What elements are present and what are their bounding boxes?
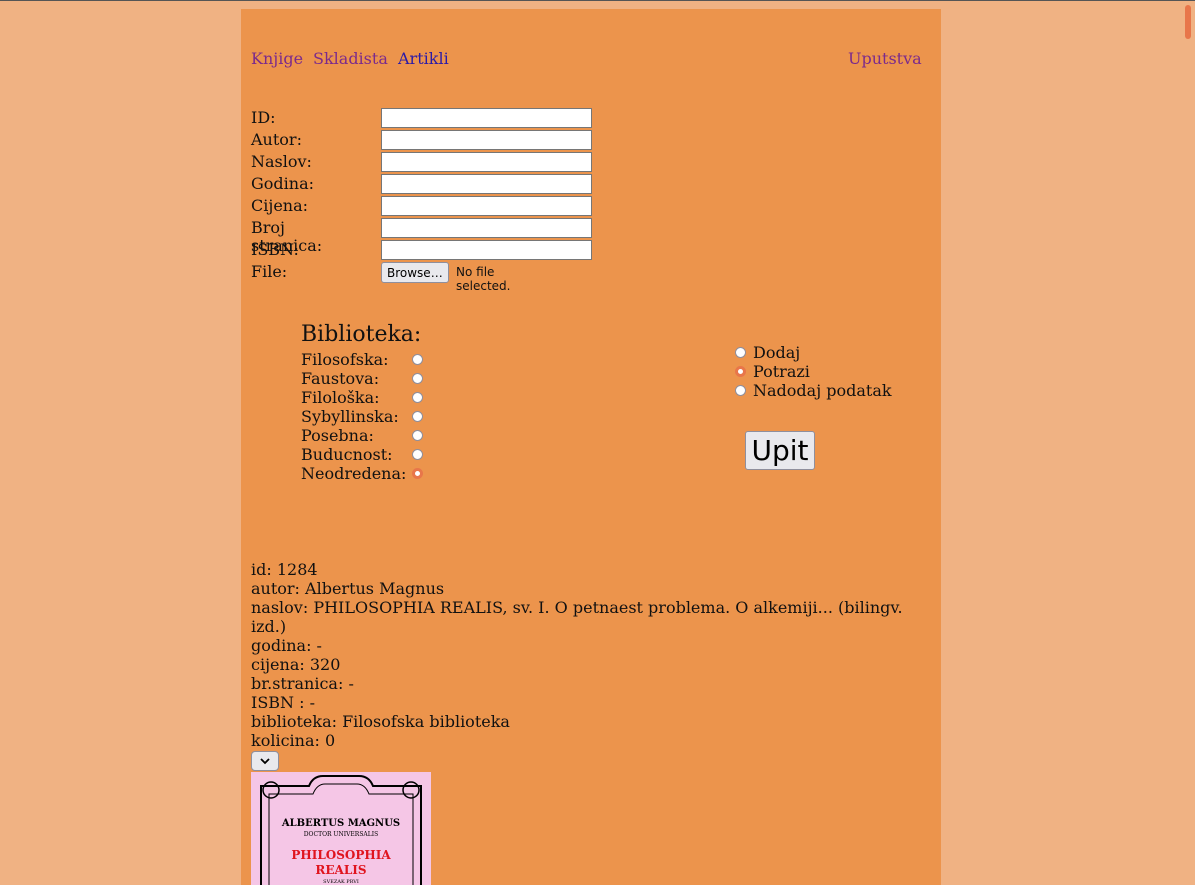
biblioteka-option-label: Faustova: <box>301 369 380 388</box>
biblioteka-option-label: Filološka: <box>301 388 380 407</box>
radio-neodredena[interactable] <box>412 468 423 479</box>
nav-link-uputstva[interactable]: Uputstva <box>848 49 922 68</box>
radio-sybyllinska[interactable] <box>412 411 423 422</box>
cover-subtitle: DOCTOR UNIVERSALIS <box>304 831 378 838</box>
file-status: No file selected. <box>456 265 511 293</box>
radio-filosofska[interactable] <box>412 354 423 365</box>
godina-label: Godina: <box>251 174 315 193</box>
biblioteka-option-posebna: Posebna: <box>301 426 423 445</box>
cover-author: ALBERTUS MAGNUS <box>281 818 400 829</box>
autor-input[interactable] <box>381 130 592 150</box>
naslov-label: Naslov: <box>251 152 312 171</box>
nav-link-knjige[interactable]: Knjige <box>251 49 303 68</box>
cijena-label: Cijena: <box>251 196 309 215</box>
radio-potrazi[interactable] <box>735 366 746 377</box>
biblioteka-option-sybyllinska: Sybyllinska: <box>301 407 423 426</box>
nav-link-artikli[interactable]: Artikli <box>398 49 449 68</box>
broj-stranica-input[interactable] <box>381 218 592 238</box>
book-cover-art: ALBERTUS MAGNUS DOCTOR UNIVERSALIS PHILO… <box>251 772 431 885</box>
result-biblioteka: biblioteka: Filosofska biblioteka <box>251 712 510 731</box>
biblioteka-option-label: Filosofska: <box>301 350 389 369</box>
browse-file-button[interactable]: Browse… <box>381 262 449 283</box>
result-id: id: 1284 <box>251 560 318 579</box>
result-isbn: ISBN : - <box>251 693 316 712</box>
biblioteka-option-neodredena: Neodredena: <box>301 464 423 483</box>
action-option-label: Potrazi <box>753 362 810 381</box>
window-top-border <box>0 0 1195 1</box>
biblioteka-option-label: Neodredena: <box>301 464 407 483</box>
quantity-select[interactable] <box>251 751 279 771</box>
biblioteka-option-label: Sybyllinska: <box>301 407 399 426</box>
godina-input[interactable] <box>381 174 592 194</box>
id-input[interactable] <box>381 108 592 128</box>
result-kolicina: kolicina: 0 <box>251 731 336 750</box>
radio-buducnost[interactable] <box>412 449 423 460</box>
naslov-input[interactable] <box>381 152 592 172</box>
result-br-stranica: br.stranica: - <box>251 674 354 693</box>
page-scrollbar[interactable] <box>1181 1 1195 885</box>
radio-faustova[interactable] <box>412 373 423 384</box>
result-godina: godina: - <box>251 636 322 655</box>
isbn-label: ISBN: <box>251 240 299 259</box>
radio-nadodaj-podatak[interactable] <box>735 385 746 396</box>
cover-volume: SVEZAK PRVI <box>323 879 359 885</box>
upit-submit-button[interactable]: Upit <box>745 431 815 470</box>
main-panel: Knjige Skladista Artikli Uputstva ID: Au… <box>241 9 941 885</box>
radio-dodaj[interactable] <box>735 347 746 358</box>
result-autor: autor: Albertus Magnus <box>251 579 445 598</box>
nav-link-skladista[interactable]: Skladista <box>313 49 388 68</box>
biblioteka-option-filoloska: Filološka: <box>301 388 423 407</box>
biblioteka-option-buducnost: Buducnost: <box>301 445 423 464</box>
biblioteka-option-faustova: Faustova: <box>301 369 423 388</box>
book-cover-image: ALBERTUS MAGNUS DOCTOR UNIVERSALIS PHILO… <box>251 772 431 885</box>
id-label: ID: <box>251 108 276 127</box>
action-option-label: Nadodaj podatak <box>753 381 892 400</box>
radio-filoloska[interactable] <box>412 392 423 403</box>
biblioteka-option-filosofska: Filosofska: <box>301 350 423 369</box>
biblioteka-heading: Biblioteka: <box>301 322 422 347</box>
result-cijena: cijena: 320 <box>251 655 341 674</box>
cover-title-line-2: REALIS <box>315 863 366 877</box>
action-option-label: Dodaj <box>753 343 801 362</box>
biblioteka-option-label: Buducnost: <box>301 445 393 464</box>
result-naslov: naslov: PHILOSOPHIA REALIS, sv. I. O pet… <box>251 598 903 636</box>
cover-title-line-1: PHILOSOPHIA <box>291 848 391 862</box>
isbn-input[interactable] <box>381 240 592 260</box>
autor-label: Autor: <box>251 130 302 149</box>
radio-posebna[interactable] <box>412 430 423 441</box>
scrollbar-thumb[interactable] <box>1185 5 1191 39</box>
chevron-down-icon <box>260 758 270 765</box>
biblioteka-option-label: Posebna: <box>301 426 374 445</box>
search-result: id: 1284 autor: Albertus Magnus naslov: … <box>251 560 931 750</box>
cijena-input[interactable] <box>381 196 592 216</box>
file-label: File: <box>251 262 288 281</box>
